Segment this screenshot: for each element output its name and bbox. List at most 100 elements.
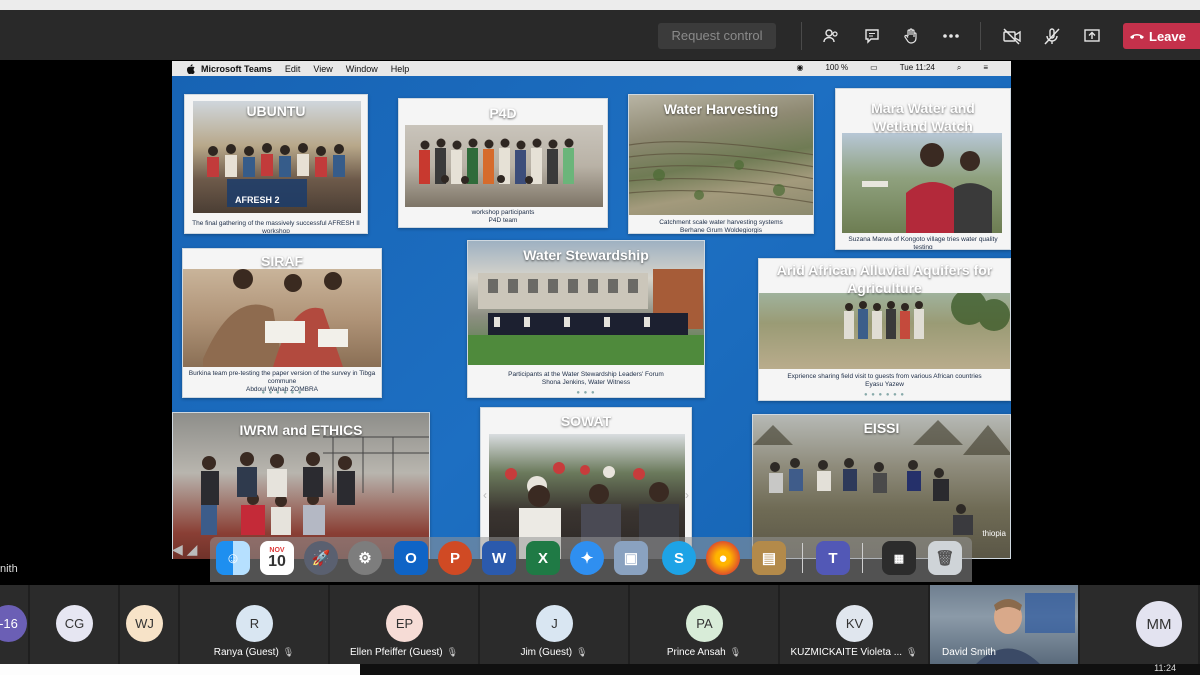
project-card-water-harvesting[interactable]: Water Harvesting Catchment scale water h…: [628, 94, 814, 234]
afresh-badge: AFRESH 2: [235, 195, 280, 205]
spotlight-icon: ⌕: [956, 63, 962, 72]
powerpoint-icon[interactable]: P: [438, 541, 472, 575]
participant-name-row: Ranya (Guest) 🎙: [180, 647, 328, 658]
participant-gallery: -16 CG WJ R Ranya (Guest) 🎙 EP Ellen Pfei…: [0, 585, 1200, 664]
participant-tile[interactable]: EP Ellen Pfeiffer (Guest) 🎙: [330, 585, 480, 664]
request-control-button[interactable]: Request control: [658, 23, 776, 49]
mac-dock: ☺ NOV 10 🚀 ⚙ O P W X ✦ ▣ S ● ▤ T ▦ 🗑: [210, 537, 972, 582]
card-caption: Catchment scale water harvesting systems…: [659, 219, 783, 234]
launchpad-icon[interactable]: 🚀: [304, 541, 338, 575]
word-icon[interactable]: W: [482, 541, 516, 575]
people-testing-water: [862, 143, 992, 233]
carousel-dots[interactable]: ● ● ● ● ● ●: [183, 390, 381, 396]
participant-name: David Smith: [942, 647, 996, 658]
dock-divider: [802, 543, 803, 573]
taskbar-search-area[interactable]: [0, 664, 360, 675]
participants-icon[interactable]: [818, 23, 844, 49]
carousel-dots[interactable]: ● ● ● ● ● ●: [759, 392, 1010, 398]
avatar: KV: [836, 605, 873, 642]
system-preferences-icon[interactable]: ⚙: [348, 541, 382, 575]
taskbar-clock: 11:24: [1154, 663, 1176, 673]
participant-tile[interactable]: J Jim (Guest) 🎙: [480, 585, 630, 664]
field-visit-group: [844, 289, 1010, 339]
project-card-water-stewardship[interactable]: Water Stewardship Participants at the Wa…: [467, 240, 705, 398]
card-title: IWRM and ETHICS: [239, 422, 363, 438]
chat-icon[interactable]: [859, 23, 885, 49]
leave-button[interactable]: Leave: [1123, 23, 1200, 49]
leave-label: Leave: [1149, 28, 1186, 44]
mac-clock: Tue 11:24: [899, 63, 935, 72]
mac-status-area: ◉ 100 % ▭ Tue 11:24 ⌕ ≡: [796, 63, 1001, 73]
project-photo: [842, 133, 1002, 233]
project-photo: [405, 125, 603, 207]
mac-menu-window[interactable]: Window: [346, 64, 378, 74]
more-icon[interactable]: [938, 23, 964, 49]
participant-tile[interactable]: R Ranya (Guest) 🎙: [180, 585, 330, 664]
carousel-prev-icon[interactable]: ‹: [483, 488, 487, 502]
participant-tile[interactable]: -16: [0, 585, 30, 664]
card-caption: Participants at the Water Stewardship Le…: [508, 371, 664, 386]
project-card-p4d[interactable]: P4D workshop participants P4D team: [398, 98, 608, 228]
participant-tile[interactable]: WJ: [120, 585, 180, 664]
participant-name: Jim (Guest): [520, 647, 573, 658]
mac-menu-help[interactable]: Help: [391, 64, 410, 74]
project-card-arid-aquifers[interactable]: Arid African Alluvial Aquifers for Agric…: [758, 258, 1011, 401]
project-card-mara-water[interactable]: Mara Water and Wetland Watch Suzana Marw…: [835, 88, 1011, 250]
control-strip-icon[interactable]: ▦: [882, 541, 916, 575]
carousel-dots[interactable]: ● ● ●: [468, 390, 704, 396]
camera-off-icon[interactable]: [999, 23, 1025, 49]
participant-name-row: Prince Ansah 🎙: [630, 647, 778, 658]
notes-icon[interactable]: ▤: [752, 541, 786, 575]
participant-tile-video[interactable]: David Smith: [930, 585, 1080, 664]
participant-tile[interactable]: PA Prince Ansah 🎙: [630, 585, 780, 664]
participant-name: Ellen Pfeiffer (Guest): [349, 647, 443, 658]
avatar: WJ: [126, 605, 163, 642]
avatar: CG: [56, 605, 93, 642]
finder-icon[interactable]: ☺: [216, 541, 250, 575]
participant-name: Ranya (Guest): [213, 647, 279, 658]
participant-name: Prince Ansah: [666, 647, 726, 658]
skype-icon[interactable]: S: [662, 541, 696, 575]
excel-icon[interactable]: X: [526, 541, 560, 575]
project-card-ubuntu[interactable]: UBUNTU AFRESH 2 The final gathering of t…: [184, 94, 368, 234]
participant-name-row: KUZMICKAITE Violeta ... 🎙: [780, 647, 928, 658]
trash-icon[interactable]: 🗑: [928, 541, 962, 575]
share-icon[interactable]: [1079, 23, 1105, 49]
phone-hangup-icon: [1130, 34, 1144, 39]
mac-menu-edit[interactable]: Edit: [285, 64, 301, 74]
teams-icon[interactable]: T: [816, 541, 850, 575]
preview-icon[interactable]: ▣: [614, 541, 648, 575]
menu-list-icon: ≡: [983, 63, 988, 72]
calendar-icon[interactable]: NOV 10: [260, 541, 294, 575]
raise-hand-icon[interactable]: [898, 23, 924, 49]
window-title-strip: [0, 0, 1200, 10]
participant-name: KUZMICKAITE Violeta ...: [790, 647, 903, 658]
participant-tile[interactable]: MM: [1080, 585, 1200, 664]
mac-menu-bar: Microsoft Teams Edit View Window Help ◉ …: [172, 61, 1011, 76]
participant-name-row: Jim (Guest) 🎙: [480, 647, 628, 658]
outlook-icon[interactable]: O: [394, 541, 428, 575]
mac-menu-view[interactable]: View: [313, 64, 332, 74]
card-caption: Suzana Marwa of Kongoto village tries wa…: [848, 236, 998, 250]
battery-level: 100 %: [825, 63, 849, 72]
mac-menu-app[interactable]: Microsoft Teams: [201, 64, 272, 74]
windows-taskbar: 11:24: [0, 663, 1200, 675]
participant-tile[interactable]: KV KUZMICKAITE Violeta ... 🎙: [780, 585, 930, 664]
project-photo: [759, 289, 1010, 369]
firefox-icon[interactable]: ●: [706, 541, 740, 575]
mic-off-icon: 🎙: [446, 647, 459, 657]
avatar: R: [236, 605, 273, 642]
mic-off-icon[interactable]: [1039, 23, 1065, 49]
participant-tile[interactable]: CG: [30, 585, 120, 664]
card-title: SOWAT: [560, 413, 612, 429]
carousel-next-icon[interactable]: ›: [685, 488, 689, 502]
avatar: PA: [686, 605, 723, 642]
project-card-siraf[interactable]: SIRAF Burkina team pre-testing the paper…: [182, 248, 382, 398]
toolbar-divider: [980, 22, 981, 50]
safari-icon[interactable]: ✦: [570, 541, 604, 575]
card-caption: Exprience sharing field visit to guests …: [787, 373, 982, 388]
participant-name-row: Ellen Pfeiffer (Guest) 🎙: [330, 647, 478, 658]
slide-nav-arrows[interactable]: ◀ ◢: [172, 541, 197, 558]
card-title: Arid African Alluvial Aquifers for Agric…: [776, 262, 993, 296]
team-reading-survey: [203, 269, 348, 367]
